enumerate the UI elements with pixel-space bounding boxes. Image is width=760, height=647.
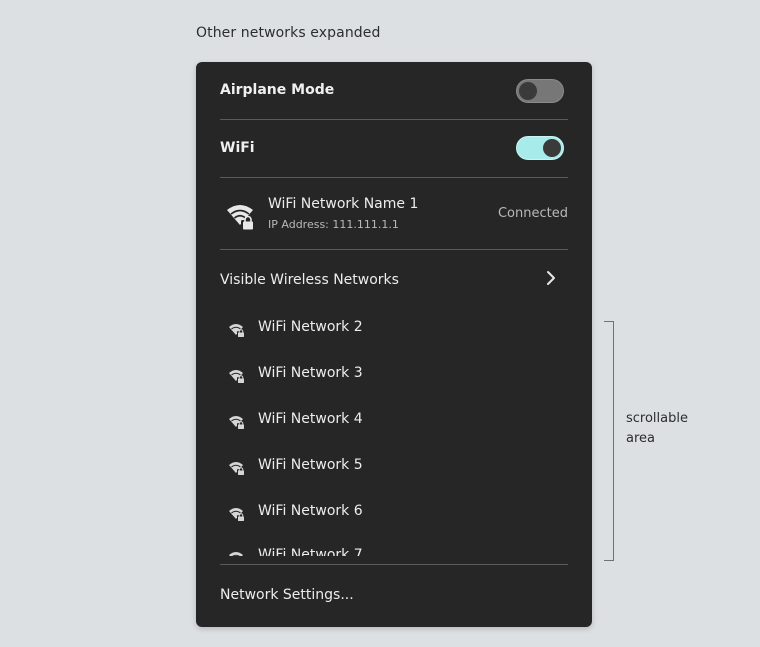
wifi-row: WiFi (220, 136, 568, 160)
connected-network-ip: IP Address: 111.111.1.1 (268, 218, 399, 231)
wifi-lock-icon (228, 506, 246, 526)
wifi-lock-icon (228, 368, 246, 388)
network-list-item[interactable]: WiFi Network 4 (220, 411, 568, 433)
note-line: area (626, 431, 655, 446)
airplane-mode-row: Airplane Mode (220, 79, 568, 103)
scrollable-area-bracket (604, 321, 614, 561)
connected-network-row[interactable]: WiFi Network Name 1 IP Address: 111.111.… (220, 196, 568, 234)
caption: Other networks expanded (196, 25, 381, 41)
wifi-lock-icon (226, 202, 256, 234)
connection-status: Connected (497, 206, 568, 221)
visible-networks-label: Visible Wireless Networks (220, 272, 399, 288)
connected-network-name: WiFi Network Name 1 (268, 196, 419, 212)
network-list-item[interactable]: WiFi Network 7 (220, 547, 568, 556)
wifi-lock-icon (228, 414, 246, 434)
divider (220, 564, 568, 565)
network-list-scroll-area[interactable]: WiFi Network 2 WiFi Network 3 WiFi Netwo… (220, 306, 568, 556)
scrollable-area-note: scrollable area (626, 409, 688, 449)
network-list-item[interactable]: WiFi Network 5 (220, 457, 568, 479)
network-name: WiFi Network 2 (258, 319, 363, 335)
chevron-right-icon[interactable] (546, 270, 556, 290)
visible-networks-header[interactable]: Visible Wireless Networks (220, 270, 568, 294)
network-panel: Airplane Mode WiFi WiFi Network Name 1 I… (196, 62, 592, 627)
toggle-knob (519, 82, 537, 100)
divider (220, 177, 568, 178)
wifi-lock-icon (228, 550, 246, 556)
divider (220, 119, 568, 120)
network-name: WiFi Network 3 (258, 365, 363, 381)
wifi-label: WiFi (220, 140, 255, 156)
wifi-toggle[interactable] (516, 136, 564, 160)
network-name: WiFi Network 6 (258, 503, 363, 519)
airplane-mode-toggle[interactable] (516, 79, 564, 103)
wifi-lock-icon (228, 322, 246, 342)
network-list-item[interactable]: WiFi Network 3 (220, 365, 568, 387)
network-list-item[interactable]: WiFi Network 2 (220, 319, 568, 341)
wifi-lock-icon (228, 460, 246, 480)
toggle-knob (543, 139, 561, 157)
network-name: WiFi Network 5 (258, 457, 363, 473)
airplane-mode-label: Airplane Mode (220, 82, 335, 98)
canvas: Other networks expanded Airplane Mode Wi… (0, 0, 760, 647)
network-name: WiFi Network 4 (258, 411, 363, 427)
network-list-item[interactable]: WiFi Network 6 (220, 503, 568, 525)
divider (220, 249, 568, 250)
network-name: WiFi Network 7 (258, 547, 363, 556)
note-line: scrollable (626, 411, 688, 426)
network-settings-link[interactable]: Network Settings... (220, 587, 354, 603)
